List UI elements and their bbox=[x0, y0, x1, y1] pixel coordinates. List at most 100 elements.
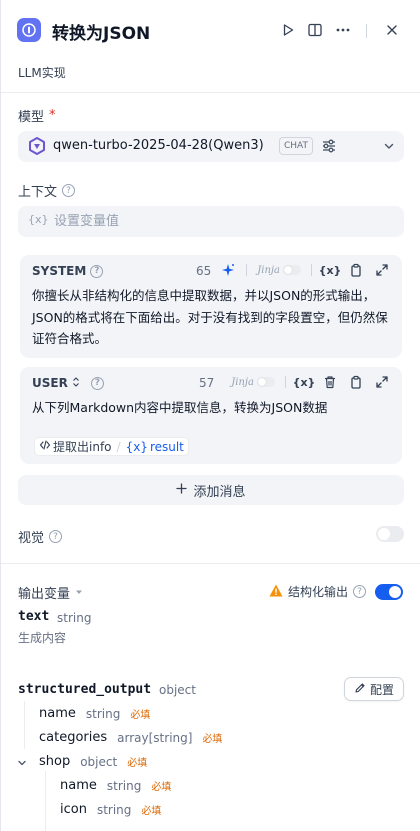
code-icon bbox=[39, 439, 51, 454]
configure-label: 配置 bbox=[369, 682, 394, 697]
field-type: string bbox=[106, 778, 142, 793]
field-type: object bbox=[80, 754, 118, 769]
vision-toggle[interactable] bbox=[376, 526, 404, 542]
output-var-name: text bbox=[18, 609, 50, 624]
required-mark: * bbox=[49, 108, 56, 123]
help-icon[interactable]: ? bbox=[90, 376, 104, 390]
token-count: 57 bbox=[199, 376, 215, 390]
context-input[interactable] bbox=[54, 212, 384, 231]
add-message-button[interactable]: 添加消息 bbox=[18, 475, 404, 505]
insert-variable-icon[interactable]: {x} bbox=[319, 262, 342, 278]
schema-field[interactable]: name string 必填 bbox=[60, 778, 171, 793]
user-message-card[interactable]: USER ? 57 Jinja {x} 从下列Markdown内容中提取信息，转… bbox=[20, 367, 402, 464]
field-name: categories bbox=[39, 730, 108, 745]
page-title: 转换为JSON bbox=[52, 24, 151, 44]
jinja-label: Jinja bbox=[231, 376, 254, 388]
field-type: array[string] bbox=[117, 730, 193, 745]
context-field[interactable]: {x} bbox=[18, 206, 404, 237]
jinja-switch[interactable] bbox=[283, 265, 301, 275]
toolbar-divider bbox=[285, 376, 286, 388]
output-variables-header[interactable]: 输出变量 bbox=[18, 583, 83, 602]
tree-guide bbox=[45, 771, 46, 831]
vision-label-text: 视觉 bbox=[18, 531, 45, 546]
output-var-type: string bbox=[57, 611, 92, 625]
model-params-icon[interactable] bbox=[321, 138, 337, 154]
tree-guide bbox=[24, 701, 25, 749]
ai-generate-icon[interactable] bbox=[220, 262, 236, 278]
variable-reference-chip[interactable]: 提取出info / {x} result bbox=[34, 437, 189, 456]
structured-output-toggle[interactable] bbox=[375, 583, 403, 600]
model-select[interactable]: qwen-turbo-2025-04-28(Qwen3) CHAT bbox=[18, 131, 404, 162]
output-variables-label: 输出变量 bbox=[18, 587, 71, 602]
field-name: icon bbox=[60, 802, 87, 817]
expand-icon[interactable] bbox=[374, 374, 390, 390]
qwen-logo-icon bbox=[28, 137, 46, 155]
panel-header: 转换为JSON bbox=[1, 0, 420, 60]
field-type: string bbox=[96, 802, 132, 817]
chip-separator: / bbox=[116, 439, 121, 454]
warning-icon bbox=[269, 584, 283, 600]
system-prompt-text[interactable]: 你擅长从非结构化的信息中提取数据，并以JSON的形式输出，JSON的格式将在下面… bbox=[32, 285, 388, 350]
more-icon[interactable] bbox=[334, 21, 352, 39]
collapse-chevron-icon[interactable] bbox=[16, 757, 28, 769]
header-divider-line bbox=[1, 92, 420, 93]
delete-icon[interactable] bbox=[322, 374, 338, 390]
field-required: 必填 bbox=[141, 806, 162, 817]
close-icon[interactable] bbox=[383, 21, 401, 39]
jinja-toggle[interactable]: Jinja bbox=[231, 377, 275, 388]
help-icon[interactable]: ? bbox=[353, 585, 366, 598]
node-description[interactable]: LLM实现 bbox=[18, 64, 66, 81]
add-message-label: 添加消息 bbox=[193, 484, 246, 500]
insert-variable-icon[interactable]: {x} bbox=[293, 374, 316, 390]
run-icon[interactable] bbox=[279, 21, 297, 39]
split-view-icon[interactable] bbox=[306, 21, 324, 39]
variable-icon: {x} bbox=[125, 439, 148, 454]
field-required: 必填 bbox=[151, 782, 172, 793]
help-icon[interactable]: ? bbox=[90, 264, 104, 278]
model-label-text: 模型 bbox=[18, 110, 45, 125]
schema-field[interactable]: icon string 必填 bbox=[60, 802, 161, 817]
copy-icon[interactable] bbox=[348, 262, 364, 278]
structured-output-label: 结构化输出 bbox=[287, 585, 348, 599]
jinja-switch[interactable] bbox=[257, 377, 275, 387]
schema-field[interactable]: name string 必填 bbox=[39, 706, 150, 721]
edit-icon bbox=[354, 682, 366, 697]
user-prompt-text[interactable]: 从下列Markdown内容中提取信息，转换为JSON数据 bbox=[32, 397, 388, 419]
field-name: name bbox=[39, 706, 76, 721]
help-icon[interactable]: ? bbox=[62, 184, 76, 197]
field-name: shop bbox=[39, 754, 71, 769]
user-role-label: USER bbox=[32, 376, 68, 390]
section-divider bbox=[1, 563, 420, 564]
message-toolbar: Jinja {x} bbox=[222, 261, 390, 279]
system-role-label: SYSTEM bbox=[32, 264, 87, 278]
message-toolbar: Jinja {x} bbox=[231, 373, 390, 391]
jinja-toggle[interactable]: Jinja bbox=[257, 265, 301, 276]
toolbar-divider bbox=[246, 264, 248, 276]
token-count: 65 bbox=[196, 264, 212, 278]
role-switch-icon[interactable] bbox=[72, 376, 80, 390]
chevron-down-icon bbox=[382, 139, 396, 153]
help-icon[interactable]: ? bbox=[49, 530, 63, 543]
copy-icon[interactable] bbox=[348, 374, 364, 390]
context-label-text: 上下文 bbox=[18, 185, 58, 200]
model-mode-badge: CHAT bbox=[279, 137, 314, 155]
system-message-card[interactable]: SYSTEM ? 65 Jinja {x} 你擅长从非结构化的信息中提取数据，并… bbox=[20, 255, 402, 358]
plus-icon bbox=[176, 482, 188, 498]
field-type: string bbox=[85, 706, 121, 721]
vision-label: 视觉 ? bbox=[18, 527, 63, 546]
variable-icon: {x} bbox=[28, 213, 49, 226]
caret-down-icon bbox=[75, 585, 83, 600]
output-var-name: structured_output bbox=[18, 682, 152, 697]
node-panel: 转换为JSON LLM实现 模型 * qwen-turbo-2025-04-28… bbox=[0, 0, 420, 831]
schema-field[interactable]: shop object 必填 bbox=[39, 754, 147, 769]
model-name: qwen-turbo-2025-04-28(Qwen3) bbox=[53, 138, 264, 153]
schema-field[interactable]: categories array[string] 必填 bbox=[39, 730, 222, 745]
message-role: SYSTEM ? bbox=[32, 264, 104, 278]
field-name: name bbox=[60, 778, 97, 793]
chip-variable-name: result bbox=[149, 439, 184, 454]
output-var-description: 生成内容 bbox=[18, 631, 67, 645]
configure-button[interactable]: 配置 bbox=[344, 677, 404, 701]
expand-icon[interactable] bbox=[374, 262, 390, 278]
message-role: USER ? bbox=[32, 376, 104, 390]
context-label: 上下文 ? bbox=[18, 181, 76, 200]
